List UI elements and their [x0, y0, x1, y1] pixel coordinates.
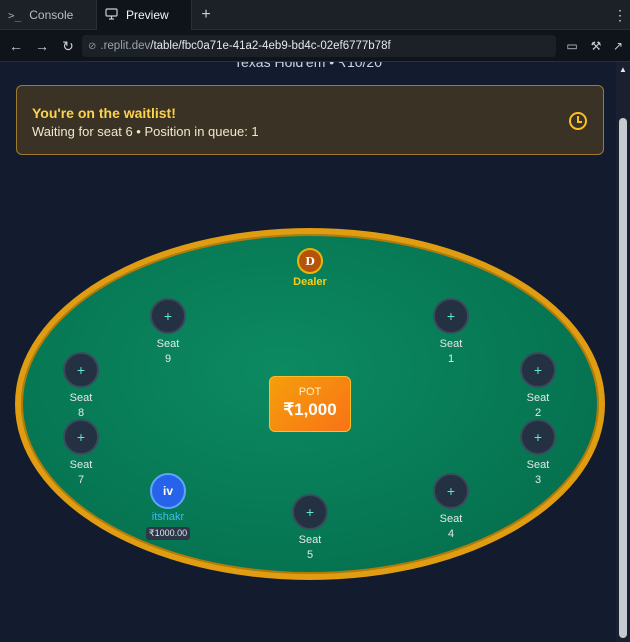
open-external-icon[interactable]: ↗ [608, 36, 628, 56]
dealer-label: Dealer [293, 276, 327, 288]
seat-label: Seat [439, 338, 463, 350]
seat-9[interactable]: + Seat 9 [138, 298, 198, 367]
new-tab-button[interactable]: + [196, 0, 216, 30]
join-seat-icon[interactable]: + [292, 494, 328, 530]
clock-icon [569, 112, 587, 130]
waitlist-title: You're on the waitlist! [32, 105, 176, 121]
seat-label: Seat [526, 459, 550, 471]
wrench-icon[interactable]: ⚒ [586, 36, 606, 56]
seat-1[interactable]: + Seat 1 [421, 298, 481, 367]
pot-display: POT ₹1,000 [269, 376, 351, 432]
join-seat-icon[interactable]: + [433, 473, 469, 509]
url-bar: ← → ↻ ⊘ .replit.dev /table/fbc0a71e-41a2… [0, 30, 630, 62]
join-seat-icon[interactable]: + [63, 352, 99, 388]
tab-preview-label: Preview [126, 8, 169, 22]
dealer-button-icon: D [297, 248, 323, 274]
player-name: itshakr [151, 511, 185, 523]
refresh-icon[interactable]: ↻ [58, 36, 78, 56]
seat-number: 5 [306, 549, 314, 561]
pot-label: POT [298, 386, 322, 398]
game-subtitle: Texas Hold'em • ₹10/20 [234, 62, 382, 70]
player-stack: ₹1000.00 [145, 527, 191, 540]
seat-7[interactable]: + Seat 7 [51, 419, 111, 488]
join-seat-icon[interactable]: + [520, 419, 556, 455]
devices-icon[interactable]: ▭ [562, 36, 582, 56]
terminal-icon: >_ [8, 8, 22, 22]
seat-label: Seat [156, 338, 180, 350]
tab-preview[interactable]: Preview [96, 0, 192, 30]
scrollbar[interactable]: ▲ [616, 62, 630, 642]
back-icon[interactable]: ← [6, 36, 26, 56]
seat-number: 2 [534, 407, 542, 419]
seat-label: Seat [69, 459, 93, 471]
seat-2[interactable]: + Seat 2 [508, 352, 568, 421]
seat-number: 8 [77, 407, 85, 419]
seat-5[interactable]: + Seat 5 [280, 494, 340, 563]
scroll-up-icon[interactable]: ▲ [616, 62, 630, 76]
scroll-thumb[interactable] [619, 118, 627, 638]
seat-number: 7 [77, 474, 85, 486]
join-seat-icon[interactable]: + [433, 298, 469, 334]
tab-console-label: Console [29, 8, 74, 22]
monitor-icon [105, 7, 118, 23]
seat-number: 1 [447, 353, 455, 365]
pot-amount: ₹1,000 [283, 400, 337, 419]
tab-bar: >_ Console Preview + ⋮ [0, 0, 630, 30]
seat-number: 9 [164, 353, 172, 365]
tab-console[interactable]: >_ Console [0, 0, 96, 30]
join-seat-icon[interactable]: + [63, 419, 99, 455]
seat-8[interactable]: + Seat 8 [51, 352, 111, 421]
seat-label: Seat [298, 534, 322, 546]
seat-label: Seat [526, 392, 550, 404]
seat-3[interactable]: + Seat 3 [508, 419, 568, 488]
forward-icon[interactable]: → [32, 36, 52, 56]
seat-4[interactable]: + Seat 4 [421, 473, 481, 542]
player-seat[interactable]: iv itshakr ₹1000.00 [138, 473, 198, 541]
link-icon: ⊘ [88, 40, 97, 52]
waitlist-banner: You're on the waitlist! Waiting for seat… [16, 85, 604, 155]
join-seat-icon[interactable]: + [150, 298, 186, 334]
seat-label: Seat [439, 513, 463, 525]
more-options-icon[interactable]: ⋮ [612, 0, 628, 30]
url-path: /table/fbc0a71e-41a2-4eb9-bd4c-02ef6777b… [150, 40, 391, 52]
dealer-marker: D Dealer [285, 248, 335, 288]
page-content: Texas Hold'em • ₹10/20 You're on the wai… [0, 62, 616, 642]
url-field[interactable]: ⊘ .replit.dev /table/fbc0a71e-41a2-4eb9-… [82, 35, 556, 57]
join-seat-icon[interactable]: + [520, 352, 556, 388]
seat-label: Seat [69, 392, 93, 404]
seat-number: 3 [534, 474, 542, 486]
avatar[interactable]: iv [150, 473, 186, 509]
seat-number: 4 [447, 528, 455, 540]
waitlist-status: Waiting for seat 6 • Position in queue: … [32, 124, 259, 139]
url-domain: .replit.dev [100, 40, 151, 52]
